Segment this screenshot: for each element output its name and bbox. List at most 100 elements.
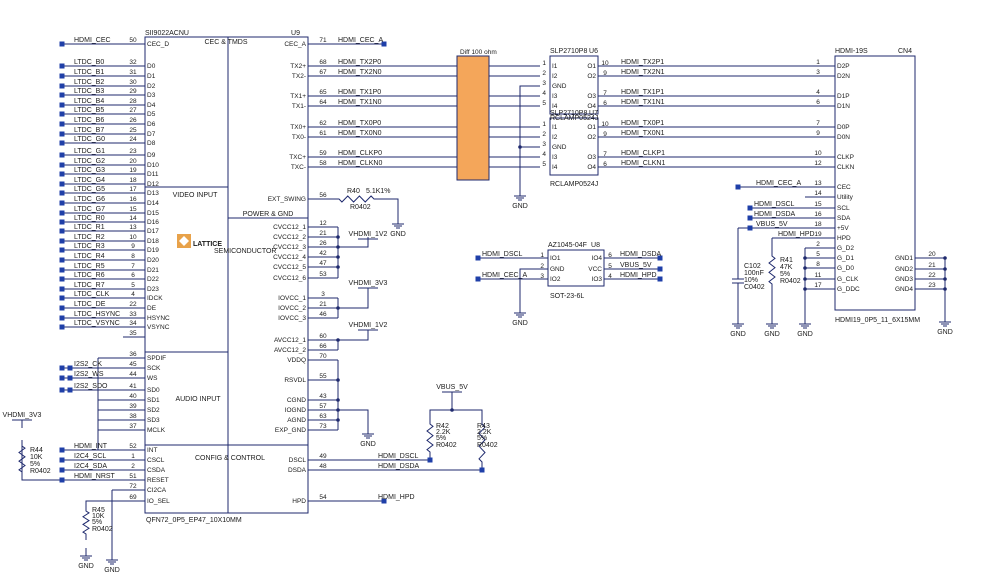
cn4-pin-number: 9	[816, 130, 820, 137]
u9-pin-name: D12	[147, 181, 159, 188]
int-port	[59, 447, 65, 453]
r45-tol: 5%	[92, 519, 102, 526]
r42-tol: 5%	[436, 435, 446, 442]
tmds-out-net-label: HDMI_TX2N1	[621, 69, 665, 76]
rail-vhdmi-3v3-left: VHDMI_3V3	[3, 412, 42, 419]
u9-ctrl-pin-name: DSCL	[289, 457, 307, 464]
cn4-pin-name: G_CLK	[837, 276, 859, 283]
tmds-out-net-label: HDMI_CLKN1	[621, 160, 665, 167]
u9-pin-name: CEC_D	[147, 41, 169, 48]
u9-power-pin-name: RSVDL	[284, 377, 306, 384]
u7-pin-number: 6	[603, 161, 607, 168]
u9-net-port	[59, 131, 65, 137]
iovcc-rail-wire	[338, 296, 369, 309]
junction-dot	[336, 235, 340, 239]
u9-net-label: LTDC_B5	[74, 107, 104, 114]
junction-dot	[943, 256, 947, 260]
u9-net-label: LTDC_B1	[74, 69, 104, 76]
u9-tmds-pin-number: 62	[319, 120, 327, 127]
u9-net-port	[59, 210, 65, 216]
junction-dot	[450, 408, 454, 412]
tmds-out-net-label: HDMI_TX0N1	[621, 130, 665, 137]
scl-port	[747, 205, 753, 211]
u9-ctrl-pin-number: 48	[319, 463, 327, 470]
u9-tmds-net-label: HDMI_TX1N0	[338, 99, 382, 106]
r41-ref: R41	[780, 257, 793, 264]
i2s-port	[67, 375, 73, 381]
u9-ctrl-net-label: HDMI_DSCL	[378, 453, 419, 460]
u9-tmds-net-label: HDMI_TX2N0	[338, 69, 382, 76]
u7-pin-number: 5	[542, 161, 546, 168]
cn4-cec-net: HDMI_CEC_A	[756, 180, 801, 187]
u9-pin-number: 8	[131, 253, 135, 260]
u9-net-label: I2C4_SCL	[74, 453, 106, 460]
u9-pin-name: D10	[147, 162, 159, 169]
u9-pin-number: 32	[129, 59, 137, 66]
u9-net-label: LTDC_B2	[74, 79, 104, 86]
u9-net-label: LTDC_G2	[74, 158, 105, 165]
u9-net-port	[59, 477, 65, 483]
u9-power-pin-number: 3	[321, 291, 325, 298]
cn4-part-number: HDMI-19S	[835, 48, 868, 55]
u9-net-port	[59, 257, 65, 263]
u8-left-net-label: HDMI_CEC_A	[482, 272, 527, 279]
cn4-pin-name: D2N	[837, 73, 850, 80]
ground-label: GND	[797, 331, 813, 338]
u9-pin-number: 6	[131, 272, 135, 279]
u9-net-label: LTDC_G4	[74, 177, 105, 184]
u9-pin-number: 4	[131, 291, 135, 298]
cn4-pin-name: D2P	[837, 63, 850, 70]
u9-net-label: LTDC_CLK	[74, 291, 110, 298]
u6-pin-name: I4	[552, 103, 558, 110]
u9-power-pin-number: 70	[319, 353, 327, 360]
u9-power-pin-number: 21	[319, 230, 327, 237]
u9-pin-number: 28	[129, 98, 137, 105]
u9-tmds-pin-number: 68	[319, 59, 327, 66]
u6-pin-number: 7	[603, 90, 607, 97]
r41-pkg: R0402	[780, 278, 801, 285]
rail-vhdmi-1v2-cvcc: VHDMI_1V2	[349, 231, 388, 238]
cn4-pin-number: 19	[814, 231, 822, 238]
u9-pin-number: 16	[129, 196, 137, 203]
u9-net-port	[59, 171, 65, 177]
u9-net-port	[59, 295, 65, 301]
cn4-pin-name: D1P	[837, 93, 850, 100]
r43-pkg: R0402	[477, 442, 498, 449]
u8-left-port	[475, 255, 481, 261]
u9-net-label: I2S2_SDO	[74, 383, 108, 390]
u8-pin-name: GND	[550, 266, 565, 273]
u9-net-port	[59, 190, 65, 196]
u9-tmds-net-label: HDMI_CLKP0	[338, 150, 382, 157]
r40-ref: R40	[347, 188, 360, 195]
u7-pin-number: 10	[601, 121, 609, 128]
cn4-pin-number: 7	[816, 120, 820, 127]
u9-net-label: HDMI_NRST	[74, 473, 116, 480]
u6-pin-name: O2	[587, 73, 596, 80]
u9-tmds-pin-number: 71	[319, 37, 327, 44]
cn4-pin-name: SDA	[837, 215, 851, 222]
u9-pin-name: D13	[147, 190, 159, 197]
u7-pin-name: O2	[587, 134, 596, 141]
cn4-pin-name: SCL	[837, 205, 850, 212]
u6-pin-name: O3	[587, 93, 596, 100]
u9-net-label: LTDC_R7	[74, 282, 105, 289]
u8-left-port	[475, 276, 481, 282]
u8-package: SOT-23-6L	[550, 293, 584, 300]
u9-net-label: LTDC_G5	[74, 186, 105, 193]
u9-net-port	[59, 387, 65, 393]
u8-right-net-label: HDMI_DSDA	[620, 251, 662, 258]
u9-tmds-pin-number: 65	[319, 89, 327, 96]
u9-pin-number: 30	[129, 79, 137, 86]
u9-net-label: LTDC_B3	[74, 88, 104, 95]
u9-pin-name: DE	[147, 305, 157, 312]
c102-tol: 10%	[744, 277, 758, 284]
u9-part-number: SII9022ACNU	[145, 30, 189, 37]
i2s-port	[67, 387, 73, 393]
u9-pin-number: 33	[129, 311, 137, 318]
u9-net-label: LTDC_R0	[74, 215, 105, 222]
cn4-gnd-pin-name: GND4	[895, 286, 913, 293]
u9-net-port	[59, 247, 65, 253]
u7-pin-name: GND	[552, 144, 567, 151]
u9-net-port	[59, 102, 65, 108]
c102-pkg: C0402	[744, 284, 765, 291]
